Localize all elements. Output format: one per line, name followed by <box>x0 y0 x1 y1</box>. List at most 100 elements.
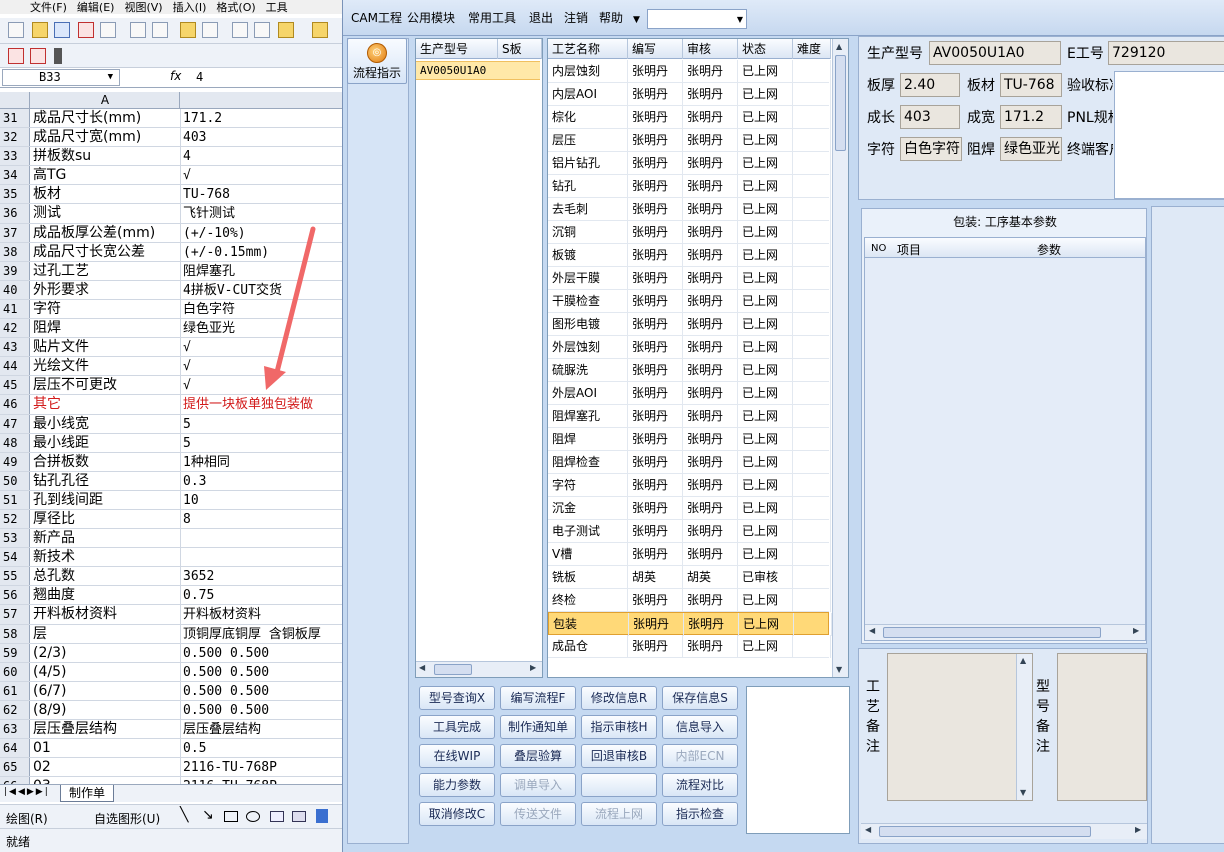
cell-a[interactable]: 外形要求 <box>33 281 179 299</box>
action-button[interactable]: 能力参数 <box>419 773 495 797</box>
cell-b[interactable]: 0.5 <box>183 739 342 757</box>
info-blank-field[interactable] <box>1114 71 1224 199</box>
cell-b[interactable]: √ <box>183 338 342 356</box>
row-header[interactable]: 35 <box>0 185 30 204</box>
process-row[interactable]: V槽 张明丹 张明丹 已上网 <box>548 543 831 566</box>
cell-a[interactable]: 02 <box>33 758 179 776</box>
row-header[interactable]: 34 <box>0 166 30 185</box>
cell-a[interactable]: 过孔工艺 <box>33 262 179 280</box>
process-row[interactable]: 去毛刺 张明丹 张明丹 已上网 <box>548 198 831 221</box>
row-header[interactable]: 48 <box>0 433 30 452</box>
spelling-icon[interactable] <box>180 22 196 38</box>
cell-b[interactable]: 0.500 0.500 <box>183 644 342 662</box>
process-row[interactable]: 内层AOI 张明丹 张明丹 已上网 <box>548 83 831 106</box>
menu-help[interactable]: 帮助 <box>599 11 623 25</box>
row-header[interactable]: 44 <box>0 357 30 376</box>
print-icon[interactable] <box>130 22 146 38</box>
row-header[interactable]: 63 <box>0 720 30 739</box>
process-note-textarea[interactable]: ▲ ▼ <box>887 653 1033 801</box>
cell-a[interactable]: 测试 <box>33 204 179 222</box>
cell-b[interactable]: 5 <box>183 434 342 452</box>
scroll-thumb[interactable] <box>879 826 1091 837</box>
e-number-field[interactable]: 729120 <box>1108 41 1224 65</box>
mask-field[interactable]: 绿色亚光 <box>1000 137 1062 161</box>
col-item[interactable]: 项目 <box>897 241 921 258</box>
scroll-down-icon[interactable]: ▼ <box>1020 788 1026 797</box>
scroll-up-icon[interactable]: ▲ <box>836 42 842 51</box>
row-header[interactable]: 38 <box>0 242 30 261</box>
row-header[interactable]: 41 <box>0 299 30 319</box>
process-row[interactable]: 图形电镀 张明丹 张明丹 已上网 <box>548 313 831 336</box>
memo-box[interactable] <box>746 686 850 834</box>
menu-logout[interactable]: 注销 <box>564 11 588 25</box>
action-button[interactable]: 在线WIP <box>419 744 495 768</box>
menu-insert[interactable]: 插入(I) <box>173 2 207 14</box>
sheet-nav-arrows-icon[interactable]: |◀◀▶▶| <box>4 787 50 797</box>
action-button[interactable]: 修改信息R <box>581 686 657 710</box>
cell-a[interactable]: 字符 <box>33 300 179 318</box>
process-row[interactable]: 字符 张明丹 张明丹 已上网 <box>548 474 831 497</box>
row-header[interactable]: 65 <box>0 758 30 777</box>
cell-a[interactable]: 钻孔孔径 <box>33 472 179 490</box>
fx-icon[interactable]: fx <box>170 69 181 83</box>
col-writer[interactable]: 编写 <box>628 39 683 59</box>
cell-b[interactable]: 0.500 0.500 <box>183 682 342 700</box>
format-painter-icon[interactable] <box>312 22 328 38</box>
toolbar-combo[interactable]: ▼ <box>647 9 747 29</box>
cell-b[interactable]: 5 <box>183 415 342 433</box>
cell-b[interactable]: 层压叠层结构 <box>183 720 342 738</box>
thickness-field[interactable]: 2.40 <box>900 73 960 97</box>
cell-b[interactable]: 3652 <box>183 567 342 585</box>
action-button[interactable]: 工具完成 <box>419 715 495 739</box>
length-field[interactable]: 403 <box>900 105 960 129</box>
cell-b[interactable]: 8 <box>183 510 342 528</box>
process-row[interactable]: 铝片钻孔 张明丹 张明丹 已上网 <box>548 152 831 175</box>
menu-edit[interactable]: 编辑(E) <box>77 2 115 14</box>
cell-a[interactable]: 成品尺寸长宽公差 <box>33 243 179 261</box>
row-header[interactable]: 31 <box>0 109 30 128</box>
cell-b[interactable]: TU-768 <box>183 185 342 203</box>
cell-a[interactable]: 最小线宽 <box>33 415 179 433</box>
row-header[interactable]: 56 <box>0 586 30 605</box>
action-button[interactable]: 型号查询X <box>419 686 495 710</box>
scroll-thumb[interactable] <box>883 627 1101 638</box>
cell-b[interactable]: 0.500 0.500 <box>183 663 342 681</box>
cell-a[interactable]: 孔到线间距 <box>33 491 179 509</box>
scroll-thumb[interactable] <box>835 55 846 151</box>
model-field[interactable]: AV0050U1A0 <box>929 41 1061 65</box>
save-icon[interactable] <box>54 22 70 38</box>
cell-b[interactable]: 403 <box>183 128 342 146</box>
row-header[interactable]: 58 <box>0 624 30 643</box>
row-header[interactable]: 46 <box>0 395 30 414</box>
row-header[interactable]: 60 <box>0 662 30 681</box>
menu-tools[interactable]: 工具 <box>266 2 288 14</box>
process-row[interactable]: 外层AOI 张明丹 张明丹 已上网 <box>548 382 831 405</box>
process-row[interactable]: 包装 张明丹 张明丹 已上网 <box>548 612 832 636</box>
col-process-name[interactable]: 工艺名称 <box>548 39 628 59</box>
notes-hscroll[interactable]: ◀ ▶ <box>861 823 1147 839</box>
process-table-vscroll[interactable]: ▲ ▼ <box>832 39 848 677</box>
flow-indicator-button[interactable]: ◎ 流程指示 <box>347 38 407 84</box>
pdf-convert-icon[interactable] <box>8 48 24 64</box>
row-header[interactable]: 39 <box>0 261 30 280</box>
cell-b[interactable]: 顶铜厚底铜厚 含铜板厚 <box>183 625 342 643</box>
menu-common-module[interactable]: 公用模块 <box>407 11 455 25</box>
row-header[interactable]: 47 <box>0 414 30 433</box>
research-icon[interactable] <box>202 22 218 38</box>
cell-b[interactable]: √ <box>183 357 342 375</box>
help-dropdown-icon[interactable]: ▼ <box>633 13 640 27</box>
action-button[interactable]: 传送文件 <box>500 802 576 826</box>
cell-b[interactable]: (+/-10%) <box>183 224 342 242</box>
cell-b[interactable]: 飞针测试 <box>183 204 342 222</box>
row-header[interactable]: 49 <box>0 452 30 471</box>
scroll-down-icon[interactable]: ▼ <box>836 665 842 674</box>
open-icon[interactable] <box>32 22 48 38</box>
menu-cam-project[interactable]: CAM工程 <box>351 11 402 25</box>
new-icon[interactable] <box>8 22 24 38</box>
row-header[interactable]: 51 <box>0 490 30 509</box>
process-row[interactable]: 内层蚀刻 张明丹 张明丹 已上网 <box>548 60 831 83</box>
cell-b[interactable]: 0.500 0.500 <box>183 701 342 719</box>
cell-b[interactable]: 1种相同 <box>183 453 342 471</box>
toolbar-options-icon[interactable] <box>54 48 62 64</box>
process-row[interactable]: 沉金 张明丹 张明丹 已上网 <box>548 497 831 520</box>
